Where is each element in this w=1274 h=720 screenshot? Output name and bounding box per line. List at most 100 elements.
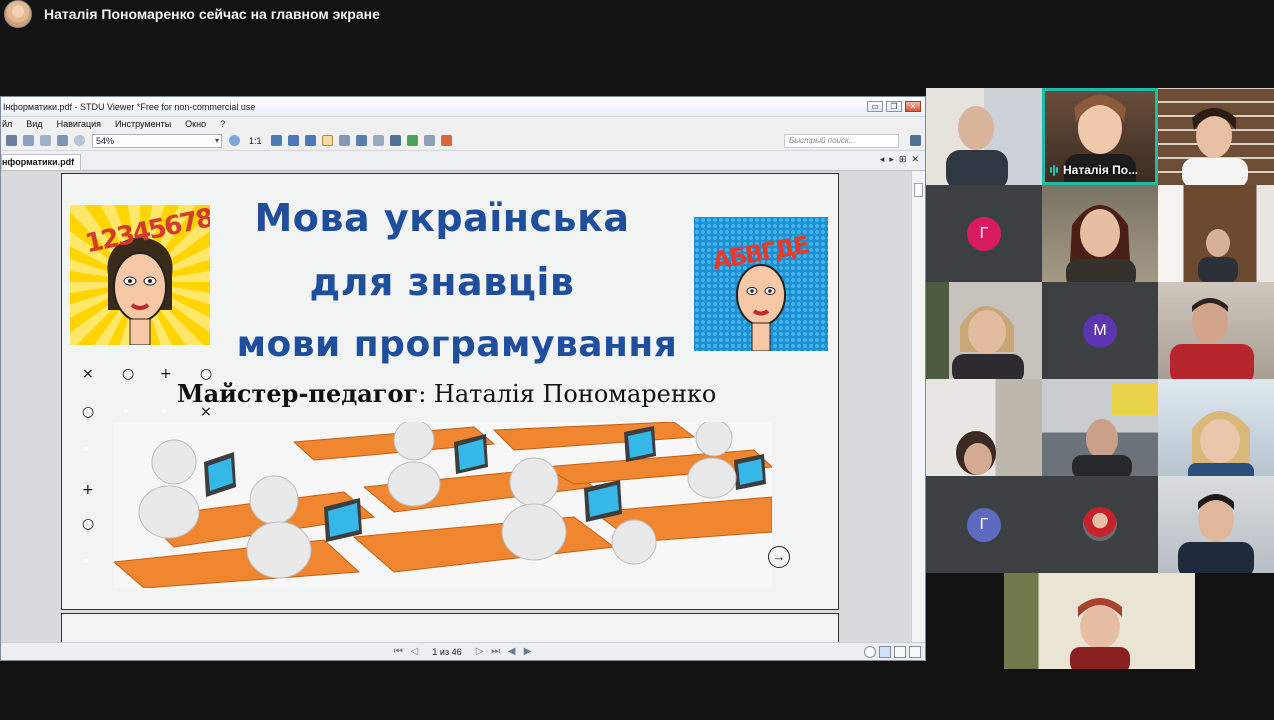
participant-tile[interactable] [926,379,1042,476]
participant-video [1182,108,1248,185]
decor-mark: × [82,366,94,382]
decor-mark: + [82,482,94,498]
menu-navigation[interactable]: Навигация [56,119,102,129]
presenting-banner-text: Наталія Пономаренко сейчас на главном эк… [44,6,380,22]
minimize-button[interactable]: ▭ [867,101,883,112]
participant-tile-active-speaker[interactable]: Наталія По... [1042,88,1158,185]
swap-icon[interactable] [406,135,418,146]
participant-tile[interactable] [1042,379,1158,476]
hand-tool-icon[interactable] [321,135,333,146]
tab-list-icon[interactable]: ⊞ [899,154,907,165]
decor-mark: ○ [82,404,95,420]
slide-page: 1234567890 АБВГДЕ Мова українська для зн… [61,173,839,610]
participant-tile[interactable] [1004,573,1195,669]
participant-tile[interactable] [1042,185,1158,282]
presenter-avatar [4,0,32,28]
next-slide-arrow-icon[interactable]: → [768,546,790,568]
fit-height-icon[interactable] [304,135,316,146]
decor-mark: • [160,404,169,420]
find-icon[interactable] [389,135,401,146]
fit-page-icon[interactable] [270,135,282,146]
menu-tools[interactable]: Инструменты [114,119,172,129]
status-bar: ⏮ ◁ 1 из 46 ▷ ⏭ ◀ ▶ [1,642,925,660]
participant-video [952,306,1024,379]
forward-icon[interactable]: ▶ [523,646,533,657]
participant-tile[interactable]: Г [926,185,1042,282]
menu-window[interactable]: Окно [184,119,207,129]
participant-tile[interactable]: М [1042,282,1158,379]
right-pop-art-image: АБВГДЕ [694,217,828,351]
page-indicator[interactable]: 1 из 46 [432,647,461,657]
restore-button[interactable]: ❐ [886,101,902,112]
slide-title-line-2: для знавців [309,260,575,304]
participant-tile[interactable] [926,88,1042,185]
participant-tile[interactable] [1158,185,1274,282]
menu-file[interactable]: йл [1,119,13,129]
decor-mark: + [160,366,172,382]
copy-icon[interactable] [40,135,51,146]
select-text-icon[interactable] [338,135,350,146]
pages-icon[interactable] [423,135,435,146]
open-icon[interactable] [6,135,17,146]
document-tab[interactable]: нформатики.pdf [1,154,82,170]
last-page-icon[interactable]: ⏭ [491,646,501,657]
presenting-banner: Наталія Пономаренко сейчас на главном эк… [0,0,1274,28]
decor-mark: • [82,442,91,458]
decor-mark: ○ [200,366,213,382]
participant-initial-avatar: Г [967,216,1001,251]
main-toolbar: 54% 1:1 Быстрый поиск... [1,131,925,151]
print-icon[interactable] [23,135,34,146]
menu-view[interactable]: Вид [25,119,43,129]
zoom-in-icon[interactable] [229,135,240,146]
tab-prev-icon[interactable]: ◂ [880,154,885,165]
participant-video [1072,383,1158,476]
classroom-illustration [114,422,772,588]
participant-photo-avatar [1083,507,1117,541]
quick-search-input[interactable]: Быстрый поиск... [784,133,899,148]
close-button[interactable]: ✕ [905,101,921,112]
participant-tile[interactable]: Г [926,476,1042,573]
scrollbar-thumb[interactable] [914,183,923,197]
select-area-icon[interactable] [372,135,384,146]
tab-next-icon[interactable]: ▸ [889,154,894,165]
zoom-out-icon[interactable] [74,135,85,146]
actual-size-label[interactable]: 1:1 [249,136,262,146]
participant-initial-avatar: М [1083,313,1117,348]
participant-video [1188,411,1254,476]
snapshot-icon[interactable] [355,135,367,146]
meeting-screen: Наталія Пономаренко сейчас на главном эк… [0,0,1274,720]
participant-tile[interactable] [926,282,1042,379]
continuous-view-icon[interactable] [894,646,906,658]
slide-subtitle: Майстер-педагог: Наталія Пономаренко [177,379,716,408]
vertical-scrollbar[interactable] [911,171,925,642]
settings-icon[interactable] [864,646,876,658]
participant-video [956,431,996,475]
participant-video [1070,598,1130,669]
back-icon[interactable]: ◀ [507,646,517,657]
facing-view-icon[interactable] [909,646,921,658]
participant-tile[interactable] [1158,88,1274,185]
first-page-icon[interactable]: ⏮ [393,646,403,657]
participant-tile[interactable] [1158,379,1274,476]
participant-tile[interactable] [1158,282,1274,379]
participant-video [946,106,1008,185]
participant-name: Наталія По... [1063,163,1139,177]
participant-video [1198,229,1238,282]
menu-help[interactable]: ? [219,119,226,129]
participant-video [1066,205,1136,282]
single-page-view-icon[interactable] [879,646,891,658]
window-titlebar: Інформатики.pdf - STDU Viewer *Free for … [1,97,925,117]
prev-page-icon[interactable]: ◁ [409,646,419,657]
participant-tile[interactable] [1042,476,1158,573]
participant-tile[interactable] [1158,476,1274,573]
next-page-icon[interactable]: ▷ [475,646,485,657]
binoculars-icon[interactable] [910,135,921,146]
page-icon[interactable] [57,135,68,146]
decor-mark: ○ [82,516,95,532]
tab-close-icon[interactable]: ✕ [911,154,919,165]
bookmark-icon[interactable] [440,135,452,146]
document-canvas[interactable]: 1234567890 АБВГДЕ Мова українська для зн… [1,171,911,642]
zoom-select[interactable]: 54% [92,133,222,148]
fit-width-icon[interactable] [287,135,299,146]
decor-mark: • [122,404,131,420]
